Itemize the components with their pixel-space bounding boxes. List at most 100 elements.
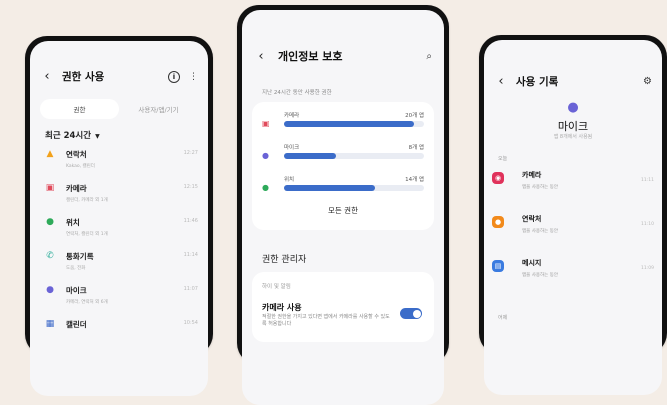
permission-time: 10:54 (183, 320, 198, 326)
history-text: 카메라앱을 사용하는 동안 (522, 170, 641, 190)
permission-name: 마이크 (557, 120, 589, 133)
permission-time: 12:27 (183, 150, 198, 156)
person-icon: ▲ (46, 149, 54, 159)
permission-row[interactable]: ▣ 카메라 캘린더, 카메라 외 1개 12:15 (40, 183, 198, 217)
permission-usage-count: 앱 8개에서 사용됨 (553, 134, 593, 140)
phone-center: ‹ 개인정보 보호 ⌕ 지난 24시간 동안 사용한 권한 ▣ 카메라 20개 앱 ●… (237, 5, 449, 405)
permission-name: 위치 (66, 218, 80, 227)
permission-time: 11:46 (183, 218, 198, 224)
permission-usage-screen: ‹ 권한 사용 i ⋮ 권한 사용자/앱/기기 최근 24시간 ▼ ▲ 연락처 Kak… (30, 41, 208, 396)
usage-bar (284, 121, 415, 127)
usage-bar-track (284, 121, 424, 127)
history-text: 메시지 앱을 사용하는 동안 (522, 258, 641, 278)
history-row[interactable]: ▤ 메시지 앱을 사용하는 동안 11:09 (492, 258, 654, 302)
camera-access-toggle[interactable] (400, 308, 422, 319)
permission-row[interactable]: ● 위치 연락처, 캘린더 외 1개 11:46 (40, 217, 198, 251)
permission-time: 12:15 (183, 184, 198, 190)
header: ‹ 사용 기록 ⚙ (494, 74, 652, 89)
privacy-screen: ‹ 개인정보 보호 ⌕ 지난 24시간 동안 사용한 권한 ▣ 카메라 20개 앱 ●… (242, 10, 444, 405)
more-options-icon[interactable]: ⋮ (189, 72, 198, 82)
usage-bars: ▣ 카메라 20개 앱 ● 마이크 8개 앱 ● 위치 14개 앱 (252, 111, 434, 198)
permission-text: 카메라캘린더, 카메라 외 1개 (66, 183, 184, 203)
usage-caption: 지난 24시간 동안 사용한 권한 (262, 90, 332, 96)
toggle-knob (412, 309, 421, 318)
permission-apps: 카메라, 연락처 외 6개 (66, 300, 108, 305)
permission-apps: 도움, 전화 (66, 266, 86, 271)
history-row[interactable]: ◉ 카메라 앱을 사용하는 동안 11:11 (492, 170, 654, 214)
search-icon[interactable]: ⌕ (426, 51, 432, 62)
usage-bar-count: 8개 앱 (408, 145, 424, 151)
permission-text: 캘린더 (66, 319, 184, 333)
history-time: 11:09 (641, 266, 654, 271)
permission-name: 연락처 (66, 150, 87, 159)
usage-bar-row[interactable]: ● 위치 14개 앱 (252, 175, 434, 198)
usage-bar-label: 카메라 (284, 113, 300, 119)
phone-right: ‹ 사용 기록 ⚙ ● 마이크 앱 8개에서 사용됨 오늘 ◉ 카메라앱을 사용하… (479, 35, 667, 395)
permission-row[interactable]: ✆ 통화기록 도움, 전화 11:14 (40, 251, 198, 285)
sub-header: 하이 및 알림 (262, 284, 291, 290)
permission-row[interactable]: ● 마이크 카메라, 연락처 외 6개 11:07 (40, 285, 198, 319)
camera-app-icon: ◉ (492, 172, 504, 184)
history-access-type: 앱을 사용하는 동안 (522, 185, 558, 190)
history-time: 11:10 (641, 222, 654, 227)
permission-row[interactable]: ▲ 연락처 Kakao, 캘린더 12:27 (40, 149, 198, 183)
tab-permissions[interactable]: 권한 (40, 99, 119, 119)
history-time: 11:11 (641, 178, 654, 183)
location-icon: ● (46, 217, 54, 227)
usage-history-screen: ‹ 사용 기록 ⚙ ● 마이크 앱 8개에서 사용됨 오늘 ◉ 카메라앱을 사용하… (484, 40, 662, 395)
page-title: 사용 기록 (516, 76, 559, 88)
camera-access-description: 적절한 권한을 가지고 있다면 앱에서 카메라를 사용할 수 있도록 허용합니다 (262, 314, 390, 327)
day-label-today: 오늘 (498, 156, 508, 162)
info-icon[interactable]: i (168, 70, 180, 83)
permission-time: 11:07 (183, 286, 198, 292)
usage-bar (284, 185, 375, 191)
page-title: 개인정보 보호 (278, 50, 343, 63)
usage-bar (284, 153, 336, 159)
permission-apps: 캘린더, 카메라 외 1개 (66, 198, 108, 203)
usage-bar-track (284, 153, 424, 159)
back-arrow-icon[interactable]: ‹ (254, 49, 268, 64)
section-title: 권한 관리자 (262, 255, 307, 265)
day-label-yesterday: 어제 (498, 315, 508, 321)
header: ‹ 개인정보 보호 ⌕ (254, 48, 432, 64)
period-dropdown[interactable]: 최근 24시간 ▼ (45, 129, 100, 141)
contacts-app-icon: ● (492, 216, 504, 228)
usage-bar-row[interactable]: ● 마이크 8개 앱 (252, 143, 434, 166)
history-access-type: 앱을 사용하는 동안 (522, 229, 558, 234)
usage-chart-card[interactable]: ▣ 카메라 20개 앱 ● 마이크 8개 앱 ● 위치 14개 앱 모든 권한 (252, 102, 434, 230)
microphone-icon: ● (567, 100, 579, 115)
permission-text: 연락처 Kakao, 캘린더 (66, 149, 184, 169)
camera-access-title: 카메라 사용 (262, 303, 302, 312)
history-access-type: 앱을 사용하는 동안 (522, 273, 558, 278)
usage-bar-label: 마이크 (284, 145, 300, 151)
camera-icon: ▣ (45, 183, 55, 193)
history-row[interactable]: ● 연락처 앱을 사용하는 동안 11:10 (492, 214, 654, 258)
location-icon: ● (262, 183, 269, 192)
permission-text: 위치연락처, 캘린더 외 1개 (66, 217, 184, 237)
chevron-down-icon: ▼ (95, 133, 100, 140)
microphone-icon: ● (46, 285, 54, 295)
usage-bar-track (284, 185, 424, 191)
header: ‹ 권한 사용 i ⋮ (40, 69, 198, 84)
permission-text: 마이크카메라, 연락처 외 6개 (66, 285, 184, 305)
page-title: 권한 사용 (62, 71, 105, 83)
permission-name: 통화기록 (66, 252, 94, 261)
all-permissions-link[interactable]: 모든 권한 (252, 205, 434, 216)
back-arrow-icon[interactable]: ‹ (494, 74, 508, 89)
microphone-icon: ● (262, 151, 269, 160)
permission-apps: 연락처, 캘린더 외 1개 (66, 232, 108, 237)
back-arrow-icon[interactable]: ‹ (40, 69, 54, 84)
call-log-icon: ✆ (46, 251, 54, 261)
usage-bar-row[interactable]: ▣ 카메라 20개 앱 (252, 111, 434, 134)
usage-bar-count: 20개 앱 (405, 113, 424, 119)
history-text: 연락처 앱을 사용하는 동안 (522, 214, 641, 234)
history-app-name: 카메라 (522, 171, 542, 179)
permission-name: 카메라 (66, 184, 87, 193)
permission-apps: Kakao, 캘린더 (66, 164, 95, 169)
permission-row[interactable]: ▦ 캘린더 10:54 (40, 319, 198, 353)
permission-name: 마이크 (66, 286, 87, 295)
messages-app-icon: ▤ (492, 260, 504, 272)
gear-icon[interactable]: ⚙ (643, 76, 652, 87)
permission-text: 통화기록도움, 전화 (66, 251, 184, 271)
tab-apps[interactable]: 사용자/앱/기기 (119, 99, 198, 119)
